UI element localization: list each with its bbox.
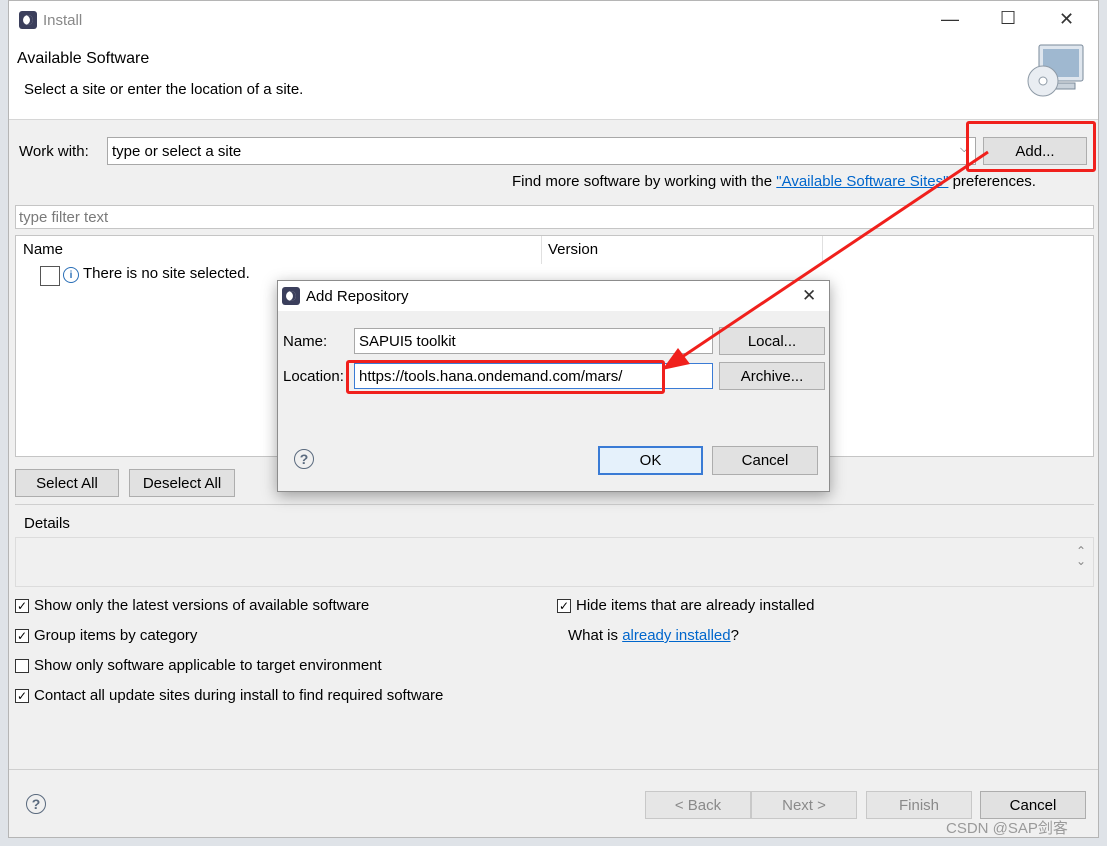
name-input[interactable]: SAPUI5 toolkit (354, 328, 713, 354)
next-button[interactable]: Next > (751, 791, 857, 819)
minimize-icon[interactable]: — (941, 9, 959, 30)
work-with-combo[interactable]: type or select a site ⌵ (107, 137, 976, 165)
info-icon: i (63, 267, 79, 283)
eclipse-icon (19, 11, 37, 29)
column-divider (541, 236, 542, 264)
details-label: Details (24, 515, 70, 532)
checkbox-checked-icon[interactable]: ✓ (15, 628, 29, 643)
column-header-version[interactable]: Version (548, 241, 598, 258)
divider (9, 769, 1098, 770)
option-label: Contact all update sites during install … (34, 687, 444, 704)
checkbox-checked-icon[interactable]: ✓ (15, 688, 29, 703)
option-label: Show only software applicable to target … (34, 657, 382, 674)
dialog-title: Add Repository (306, 288, 409, 305)
installed-suffix: ? (730, 627, 739, 644)
dialog-cancel-button[interactable]: Cancel (712, 446, 818, 475)
scroll-arrows-icon[interactable]: ⌃ ⌄ (1076, 545, 1086, 567)
option-target-environment[interactable]: Show only software applicable to target … (15, 657, 382, 674)
find-more-prefix: Find more software by working with the (512, 173, 777, 190)
window-title: Install (43, 12, 83, 29)
location-label: Location: (283, 368, 344, 385)
archive-button[interactable]: Archive... (719, 362, 825, 390)
select-all-button[interactable]: Select All (15, 469, 119, 497)
dialog-help-icon[interactable]: ? (294, 449, 314, 469)
watermark: CSDN @SAP剑客 (946, 820, 1068, 837)
name-label: Name: (283, 333, 328, 350)
find-more-suffix: preferences. (948, 173, 1036, 190)
checkbox-checked-icon[interactable]: ✓ (557, 598, 571, 613)
column-header-name[interactable]: Name (23, 241, 63, 258)
page-title: Available Software (17, 50, 150, 67)
annotation-highlight-add (966, 121, 1096, 172)
annotation-highlight-location (346, 360, 665, 394)
divider (15, 504, 1094, 505)
work-with-label: Work with: (19, 143, 89, 160)
deselect-all-button[interactable]: Deselect All (129, 469, 235, 497)
no-site-message: There is no site selected. (83, 265, 250, 282)
dialog-close-icon[interactable]: ✕ (802, 286, 816, 306)
option-hide-installed[interactable]: ✓ Hide items that are already installed (557, 597, 814, 614)
column-divider (822, 236, 823, 264)
already-installed-text: What is already installed? (568, 627, 739, 644)
finish-button[interactable]: Finish (866, 791, 972, 819)
option-label: Group items by category (34, 627, 198, 644)
details-area: ⌃ ⌄ (15, 537, 1094, 587)
already-installed-link[interactable]: already installed (622, 627, 730, 644)
installed-prefix: What is (568, 627, 623, 644)
help-icon[interactable]: ? (26, 794, 46, 814)
maximize-icon[interactable]: ☐ (1000, 8, 1016, 29)
dialog-title-bar: Add Repository ✕ (278, 281, 829, 311)
option-label: Hide items that are already installed (576, 597, 815, 614)
page-subtitle: Select a site or enter the location of a… (24, 81, 304, 98)
available-software-sites-link[interactable]: "Available Software Sites" (776, 173, 948, 190)
checkbox-unchecked-icon[interactable] (15, 658, 29, 673)
option-latest-versions[interactable]: ✓ Show only the latest versions of avail… (15, 597, 369, 614)
cancel-button[interactable]: Cancel (980, 791, 1086, 819)
option-contact-update-sites[interactable]: ✓ Contact all update sites during instal… (15, 687, 443, 704)
option-label: Show only the latest versions of availab… (34, 597, 370, 614)
row-checkbox[interactable] (40, 266, 60, 286)
software-install-icon (1027, 44, 1084, 97)
name-input-value: SAPUI5 toolkit (359, 333, 456, 350)
work-with-value: type or select a site (112, 143, 242, 160)
find-more-text: Find more software by working with the "… (512, 173, 1036, 190)
checkbox-checked-icon[interactable]: ✓ (15, 598, 29, 613)
title-bar: Install — ☐ ✕ (9, 1, 1098, 39)
ok-button[interactable]: OK (598, 446, 703, 475)
option-group-by-category[interactable]: ✓ Group items by category (15, 627, 197, 644)
close-icon[interactable]: ✕ (1059, 9, 1074, 30)
eclipse-icon (282, 287, 300, 305)
local-button[interactable]: Local... (719, 327, 825, 355)
header-banner: Available Software Select a site or ente… (9, 39, 1098, 120)
filter-input[interactable]: type filter text (15, 205, 1094, 229)
back-button[interactable]: < Back (645, 791, 751, 819)
filter-placeholder: type filter text (19, 209, 109, 226)
